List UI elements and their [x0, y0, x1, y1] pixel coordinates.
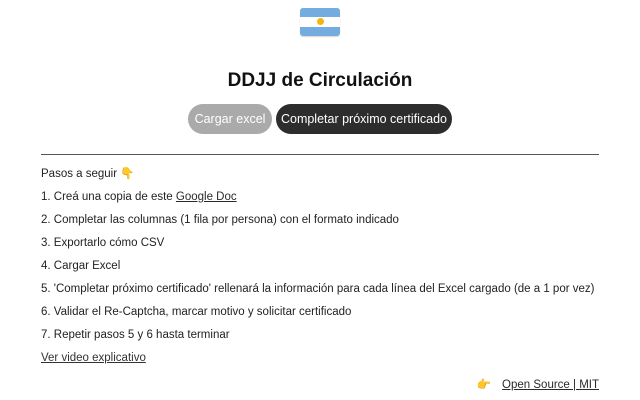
pointing-down-icon: 👇: [120, 168, 135, 180]
open-source-link[interactable]: Open Source | MIT: [502, 379, 599, 391]
step-6: 6. Validar el Re-Captcha, marcar motivo …: [41, 306, 352, 318]
steps-list: Pasos a seguir 👇 1. Creá una copia de es…: [41, 166, 611, 373]
steps-heading-text: Pasos a seguir: [41, 168, 118, 180]
sun-icon: [316, 18, 324, 26]
step-2: 2. Completar las columnas (1 fila por pe…: [41, 214, 399, 226]
step-1-text: 1. Creá una copia de este: [41, 191, 176, 203]
steps-heading: Pasos a seguir 👇: [41, 166, 611, 189]
footer: 👉 Open Source | MIT: [477, 377, 599, 391]
step-7: 7. Repetir pasos 5 y 6 hasta terminar: [41, 329, 230, 341]
pointing-right-icon: 👉: [476, 379, 491, 391]
divider: [41, 154, 599, 155]
google-doc-link[interactable]: Google Doc: [176, 191, 237, 203]
step-5: 5. 'Completar próximo certificado' relle…: [41, 283, 595, 295]
video-tutorial-link[interactable]: Ver video explicativo: [41, 352, 146, 364]
step-3: 3. Exportarlo cómo CSV: [41, 237, 165, 249]
step-4: 4. Cargar Excel: [41, 260, 121, 272]
video-line: Ver video explicativo: [41, 350, 611, 373]
page-title: DDJJ de Circulación: [227, 70, 413, 91]
load-excel-button[interactable]: Cargar excel: [188, 104, 272, 134]
action-buttons: Cargar excel Completar próximo certifica…: [0, 104, 640, 134]
step-1: 1. Creá una copia de este Google Doc: [41, 189, 611, 212]
next-certificate-button[interactable]: Completar próximo certificado: [276, 104, 452, 134]
argentina-flag-icon: [300, 8, 340, 36]
page: DDJJ de Circulación Cargar excel Complet…: [0, 0, 640, 400]
